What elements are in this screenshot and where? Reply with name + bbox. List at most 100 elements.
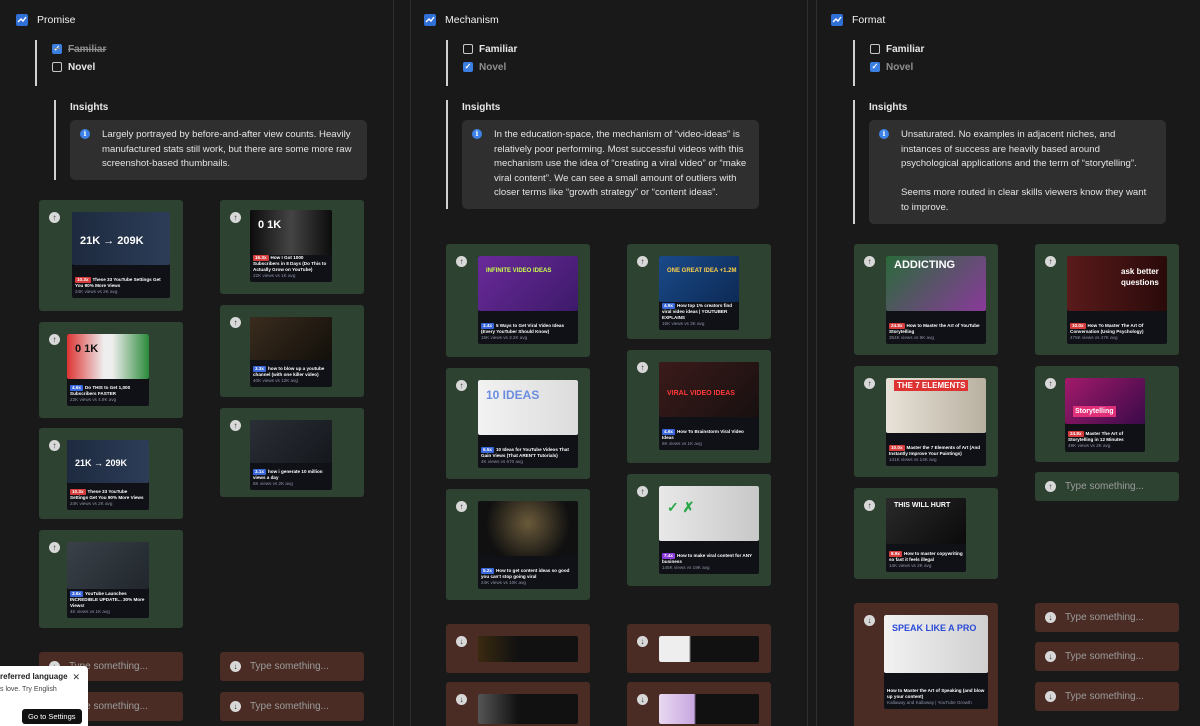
arrow-up-icon[interactable]: ↑ bbox=[637, 486, 648, 497]
checkbox-unchecked[interactable] bbox=[463, 44, 473, 54]
video-thumbnail[interactable]: 3.6x YouTube Launches INCREDIBLE UPDATE..… bbox=[67, 542, 149, 618]
arrow-up-icon[interactable]: ↑ bbox=[49, 212, 60, 223]
outlier-card-up[interactable]: ↑ THIS WILL HURT 8.9x How to master copyw… bbox=[854, 488, 998, 579]
arrow-up-icon[interactable]: ↑ bbox=[49, 440, 60, 451]
outlier-card-up[interactable]: ↑ 0 1K 4.6x Do THIS to Get 1,000 Subscrib… bbox=[39, 322, 183, 418]
outlier-card-up[interactable]: ↑ Storytelling 24.8x Master The Art of St… bbox=[1035, 366, 1179, 462]
video-thumbnail[interactable] bbox=[478, 694, 578, 724]
option-familiar[interactable]: Familiar bbox=[52, 40, 106, 58]
arrow-up-icon[interactable]: ↑ bbox=[456, 380, 467, 391]
arrow-up-icon[interactable]: ↑ bbox=[1045, 481, 1056, 492]
text-input-down[interactable]: ↓Type something... bbox=[1035, 603, 1179, 632]
arrow-down-icon[interactable]: ↓ bbox=[637, 694, 648, 705]
checkbox-checked[interactable] bbox=[870, 62, 880, 72]
arrow-up-icon[interactable]: ↑ bbox=[230, 212, 241, 223]
video-thumbnail[interactable]: 5.2x How to get content ideas so good you… bbox=[478, 501, 578, 589]
arrow-up-icon[interactable]: ↑ bbox=[864, 256, 875, 267]
option-novel[interactable]: Novel bbox=[870, 58, 924, 76]
video-thumbnail[interactable]: THE 7 ELEMENTS 10.0x Master the 7 Element… bbox=[886, 378, 986, 466]
video-thumbnail[interactable]: 21K → 209K 10.3x These 33 YouTube Setting… bbox=[72, 212, 170, 298]
column-header: Mechanism bbox=[424, 12, 499, 28]
option-novel[interactable]: Novel bbox=[52, 58, 106, 76]
checkbox-checked[interactable] bbox=[463, 62, 473, 72]
arrow-down-icon[interactable]: ↓ bbox=[230, 661, 241, 672]
video-thumbnail[interactable]: 0 1K 16.3x How I Got 1000 Subscribers in … bbox=[250, 210, 332, 282]
video-thumbnail[interactable]: Storytelling 24.8x Master The Art of Stor… bbox=[1065, 378, 1145, 452]
video-thumbnail[interactable]: 10 IDEAS 6.5x 10 Ideas for YouTube Videos… bbox=[478, 380, 578, 468]
arrow-down-icon[interactable]: ↓ bbox=[864, 615, 875, 626]
outlier-card-up[interactable]: ↑ INFINITE VIDEO IDEAS 3.4x 5 Ways to Get… bbox=[446, 244, 590, 357]
video-thumbnail[interactable]: ONE GREAT IDEA +1.2M 4.9x How top 1% crea… bbox=[659, 256, 739, 330]
outlier-card-up[interactable]: ↑ 21K → 209K 10.3x These 33 YouTube Setti… bbox=[39, 200, 183, 311]
arrow-up-icon[interactable]: ↑ bbox=[864, 500, 875, 511]
text-input-down[interactable]: ↓Type something... bbox=[1035, 642, 1179, 671]
outlier-card-down[interactable]: ↓ bbox=[627, 682, 771, 726]
video-thumbnail[interactable]: 21K → 209K 10.3x These 33 YouTube Setting… bbox=[67, 440, 149, 510]
go-to-settings-button[interactable]: Go to Settings bbox=[22, 709, 82, 724]
chart-icon bbox=[424, 14, 436, 26]
outlier-card-up[interactable]: ↑ 0 1K 16.3x How I Got 1000 Subscribers i… bbox=[220, 200, 364, 294]
video-thumbnail[interactable]: ADDICTING 24.8x How to Master the Art of … bbox=[886, 256, 986, 344]
insights-block: Insights i In the education-space, the m… bbox=[446, 100, 759, 209]
outlier-card-up[interactable]: ↑ 21K → 209K 10.3x These 33 YouTube Setti… bbox=[39, 428, 183, 519]
arrow-up-icon[interactable]: ↑ bbox=[637, 362, 648, 373]
arrow-up-icon[interactable]: ↑ bbox=[864, 378, 875, 389]
option-novel[interactable]: Novel bbox=[463, 58, 517, 76]
video-thumbnail[interactable]: INFINITE VIDEO IDEAS 3.4x 5 Ways to Get V… bbox=[478, 256, 578, 344]
arrow-up-icon[interactable]: ↑ bbox=[230, 317, 241, 328]
arrow-down-icon[interactable]: ↓ bbox=[1045, 612, 1056, 623]
video-thumbnail[interactable]: ✓ ✗ 7.4x How to make viral content for AN… bbox=[659, 486, 759, 574]
arrow-up-icon[interactable]: ↑ bbox=[637, 256, 648, 267]
arrow-up-icon[interactable]: ↑ bbox=[1045, 378, 1056, 389]
outlier-card-up[interactable]: ↑ 3.1x how i generate 10 million views a … bbox=[220, 408, 364, 497]
arrow-down-icon[interactable]: ↓ bbox=[637, 636, 648, 647]
arrow-down-icon[interactable]: ↓ bbox=[1045, 691, 1056, 702]
outlier-card-up[interactable]: ↑ ask better questions 10.0x How To Maste… bbox=[1035, 244, 1179, 355]
text-input-down[interactable]: ↓Type something... bbox=[1035, 682, 1179, 711]
outlier-card-down[interactable]: ↓ SPEAK LIKE A PRO How to Master the Art… bbox=[854, 603, 998, 726]
outlier-card-up[interactable]: ↑ 10 IDEAS 6.5x 10 Ideas for YouTube Vide… bbox=[446, 368, 590, 479]
arrow-down-icon[interactable]: ↓ bbox=[230, 701, 241, 712]
video-thumbnail[interactable]: THIS WILL HURT 8.9x How to master copywri… bbox=[886, 498, 966, 572]
insights-block: Insights i Unsaturated. No examples in a… bbox=[853, 100, 1166, 224]
column-title: Mechanism bbox=[445, 14, 499, 26]
outlier-card-down[interactable]: ↓ bbox=[446, 624, 590, 673]
outlier-card-up[interactable]: ↑ 3.3x how to blow up a youtube channel (… bbox=[220, 305, 364, 397]
outlier-card-up[interactable]: ↑ 5.2x How to get content ideas so good y… bbox=[446, 489, 590, 600]
checkbox-unchecked[interactable] bbox=[52, 62, 62, 72]
arrow-up-icon[interactable]: ↑ bbox=[456, 256, 467, 267]
outlier-card-up[interactable]: ↑ ADDICTING 24.8x How to Master the Art o… bbox=[854, 244, 998, 355]
arrow-up-icon[interactable]: ↑ bbox=[1045, 256, 1056, 267]
outlier-card-up[interactable]: ↑ ✓ ✗ 7.4x How to make viral content for … bbox=[627, 474, 771, 586]
arrow-down-icon[interactable]: ↓ bbox=[456, 694, 467, 705]
video-thumbnail[interactable] bbox=[659, 694, 759, 724]
outlier-card-down[interactable]: ↓ bbox=[446, 682, 590, 726]
checkbox-unchecked[interactable] bbox=[870, 44, 880, 54]
outlier-card-up[interactable]: ↑ THE 7 ELEMENTS 10.0x Master the 7 Eleme… bbox=[854, 366, 998, 477]
video-thumbnail[interactable] bbox=[478, 636, 578, 662]
video-thumbnail[interactable]: 3.3x how to blow up a youtube channel (wi… bbox=[250, 317, 332, 387]
text-input-up[interactable]: ↑ Type something... bbox=[1035, 472, 1179, 501]
video-thumbnail[interactable]: SPEAK LIKE A PRO How to Master the Art o… bbox=[884, 615, 988, 709]
arrow-up-icon[interactable]: ↑ bbox=[49, 542, 60, 553]
video-thumbnail[interactable]: 3.1x how i generate 10 million views a da… bbox=[250, 420, 332, 490]
arrow-down-icon[interactable]: ↓ bbox=[1045, 651, 1056, 662]
video-thumbnail[interactable] bbox=[659, 636, 759, 662]
arrow-up-icon[interactable]: ↑ bbox=[49, 334, 60, 345]
outlier-card-up[interactable]: ↑ ONE GREAT IDEA +1.2M 4.9x How top 1% cr… bbox=[627, 244, 771, 339]
option-familiar[interactable]: Familiar bbox=[870, 40, 924, 58]
text-input-down[interactable]: ↓Type something... bbox=[220, 692, 364, 721]
arrow-up-icon[interactable]: ↑ bbox=[456, 501, 467, 512]
outlier-card-down[interactable]: ↓ bbox=[627, 624, 771, 673]
option-familiar[interactable]: Familiar bbox=[463, 40, 517, 58]
arrow-up-icon[interactable]: ↑ bbox=[230, 420, 241, 431]
video-thumbnail[interactable]: ask better questions 10.0x How To Master … bbox=[1067, 256, 1167, 344]
text-input-down[interactable]: ↓Type something... bbox=[220, 652, 364, 681]
outlier-card-up[interactable]: ↑ VIRAL VIDEO IDEAS 4.6x How To Brainstor… bbox=[627, 350, 771, 463]
video-thumbnail[interactable]: VIRAL VIDEO IDEAS 4.6x How To Brainstorm … bbox=[659, 362, 759, 450]
video-thumbnail[interactable]: 0 1K 4.6x Do THIS to Get 1,000 Subscriber… bbox=[67, 334, 149, 406]
arrow-down-icon[interactable]: ↓ bbox=[456, 636, 467, 647]
outlier-card-up[interactable]: ↑ 3.6x YouTube Launches INCREDIBLE UPDATE… bbox=[39, 530, 183, 628]
checkbox-checked[interactable] bbox=[52, 44, 62, 54]
close-icon[interactable]: ✕ bbox=[72, 672, 80, 683]
